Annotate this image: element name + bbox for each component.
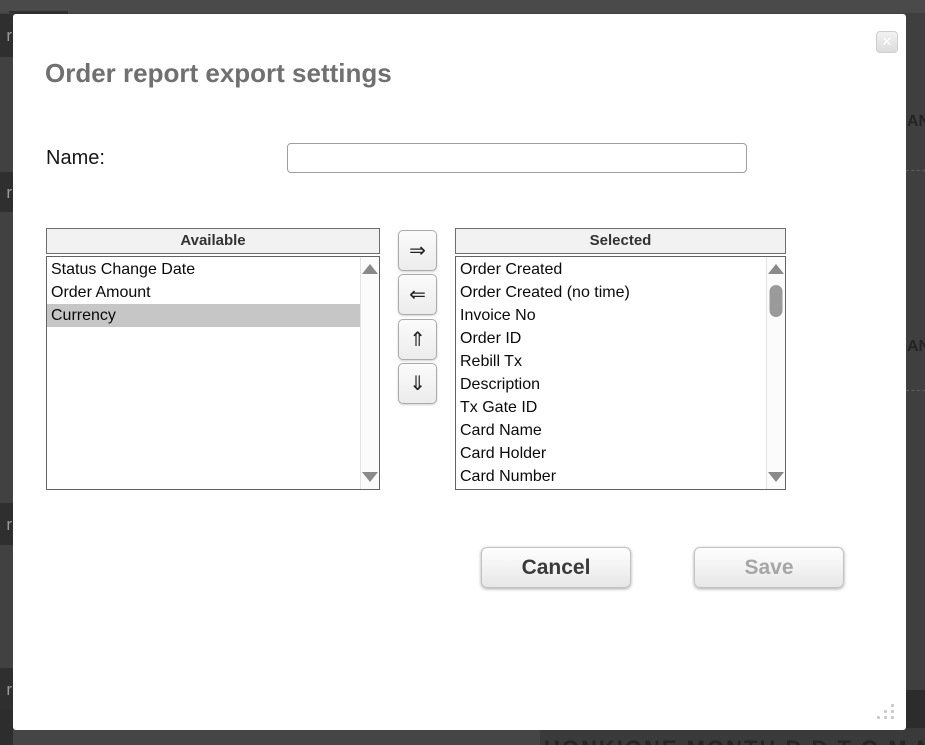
scroll-down-icon[interactable]	[362, 472, 378, 482]
resize-grip[interactable]	[877, 704, 897, 722]
list-item[interactable]: Order ID	[456, 327, 766, 350]
background-text-fragment: r	[0, 172, 13, 212]
dialog-title: Order report export settings	[45, 58, 392, 89]
background-text-fragment: HONKIONE MONTH D D T O M N	[544, 736, 925, 745]
background-dashed-line	[906, 170, 925, 171]
list-item[interactable]: Card Name	[456, 419, 766, 442]
background-left-strip	[0, 13, 13, 745]
move-up-button[interactable]: ⇑	[398, 319, 437, 360]
scroll-up-icon[interactable]	[768, 264, 784, 274]
list-item[interactable]: Tx Gate ID	[456, 396, 766, 419]
name-label: Name:	[46, 147, 105, 170]
scrollbar-thumb[interactable]	[770, 285, 783, 317]
available-listbox[interactable]: Status Change DateOrder AmountCurrency	[46, 256, 380, 490]
list-item[interactable]: Card Number	[456, 465, 766, 488]
background-dashed-line	[906, 390, 925, 391]
selected-scrollbar[interactable]	[766, 257, 785, 489]
background-text-fragment: r	[0, 503, 13, 545]
list-item[interactable]: Order Created (no time)	[456, 281, 766, 304]
selected-list-header: Selected	[455, 228, 786, 254]
export-settings-dialog: ✕ Order report export settings Name: Ava…	[13, 14, 906, 730]
background-text-fragment: r	[0, 668, 13, 710]
save-button[interactable]: Save	[694, 547, 844, 588]
cancel-button[interactable]: Cancel	[481, 547, 631, 588]
move-left-button[interactable]: ⇐	[398, 274, 437, 315]
background-left-bottom-block	[0, 710, 13, 745]
background-text-fragment: AN	[907, 113, 925, 131]
list-item[interactable]: Rebill Tx	[456, 350, 766, 373]
list-item[interactable]: Description	[456, 373, 766, 396]
list-item[interactable]: Order Amount	[47, 281, 360, 304]
selected-listbox[interactable]: Order CreatedOrder Created (no time)Invo…	[455, 256, 786, 490]
background-top-bar	[0, 0, 925, 13]
background-text-fragment: AN	[907, 338, 925, 356]
list-item[interactable]: Order Created	[456, 258, 766, 281]
list-item[interactable]: Card Holder	[456, 442, 766, 465]
available-scrollbar[interactable]	[360, 257, 379, 489]
list-item[interactable]: Currency	[47, 304, 360, 327]
scroll-down-icon[interactable]	[768, 472, 784, 482]
move-right-button[interactable]: ⇒	[398, 230, 437, 271]
background-clipped-text-block: HONKIONE MONTH D D T O M N	[540, 728, 925, 745]
background-text-fragment: r	[0, 14, 13, 57]
close-icon[interactable]: ✕	[876, 31, 898, 53]
name-input[interactable]	[287, 143, 747, 173]
available-items: Status Change DateOrder AmountCurrency	[47, 258, 360, 327]
list-item[interactable]: Invoice No	[456, 304, 766, 327]
selected-items: Order CreatedOrder Created (no time)Invo…	[456, 258, 766, 488]
move-down-button[interactable]: ⇓	[398, 363, 437, 404]
list-item[interactable]: Status Change Date	[47, 258, 360, 281]
available-list-header: Available	[46, 228, 380, 254]
scroll-up-icon[interactable]	[362, 264, 378, 274]
